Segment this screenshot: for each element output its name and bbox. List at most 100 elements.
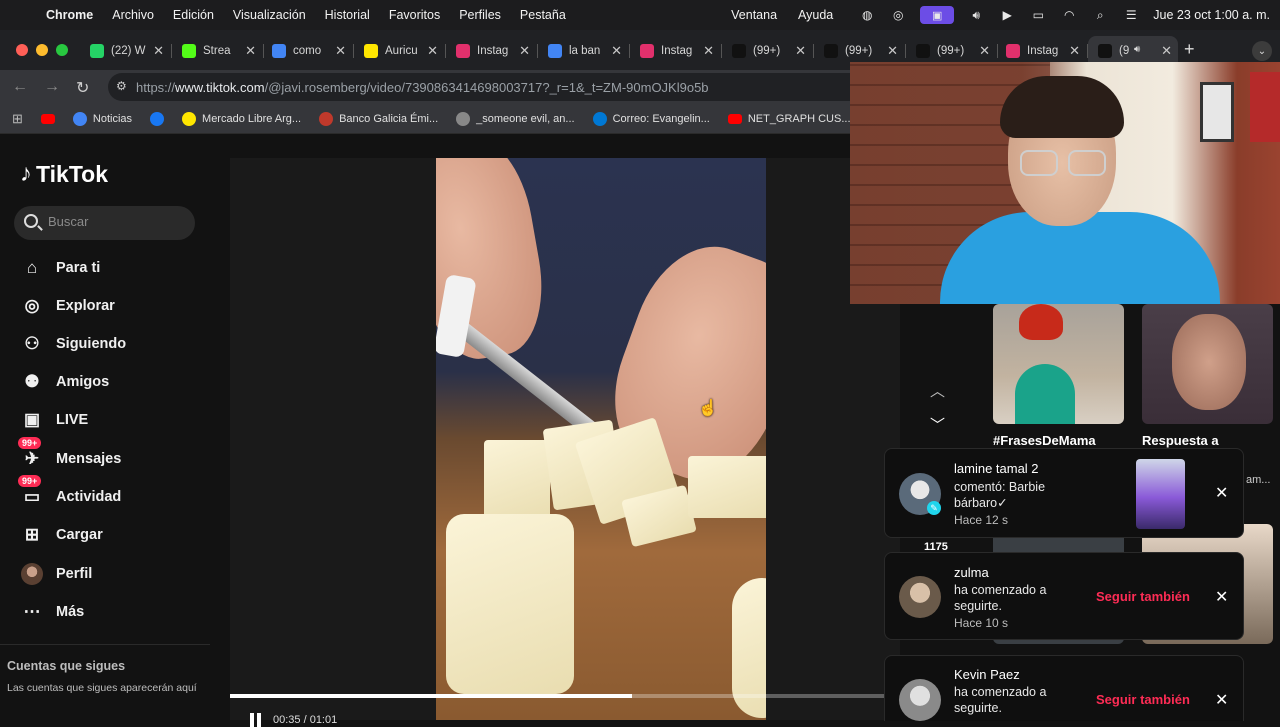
browser-tab[interactable]: la ban ✕ — [538, 36, 628, 66]
browser-tab[interactable]: Strea ✕ — [172, 36, 262, 66]
notification-follow[interactable]: Kevin Paez ha comenzado a seguirte. Segu… — [884, 655, 1244, 721]
previous-video-chevron-up-icon[interactable]: ︿ — [930, 380, 945, 401]
site-info-icon[interactable]: ⚙ — [116, 79, 127, 93]
video-player[interactable]: 00:35 / 01:01 — [230, 158, 900, 727]
close-tab-icon[interactable]: ✕ — [1069, 43, 1080, 59]
tiktok-logo[interactable]: ♪ TikTok — [20, 160, 108, 188]
omnibox[interactable]: ⚙ https://www.tiktok.com/@javi.rosemberg… — [108, 73, 850, 101]
sidebar-item-siguiendo[interactable]: ⚇ Siguiendo — [20, 329, 126, 359]
close-tab-icon[interactable]: ✕ — [703, 43, 714, 59]
bookmark-item[interactable]: Banco Galicia Émi... — [319, 111, 438, 126]
browser-tab[interactable]: Instag ✕ — [630, 36, 720, 66]
wifi-icon[interactable]: ◠ — [1060, 8, 1078, 22]
tab-title: (22) W — [111, 45, 146, 57]
play-status-icon[interactable]: ▶ — [998, 8, 1016, 22]
maximize-window-button[interactable] — [56, 44, 68, 56]
menu-visualizacion[interactable]: Visualización — [233, 8, 306, 22]
next-video-chevron-down-icon[interactable]: ﹀ — [930, 414, 945, 435]
follow-back-button[interactable]: Seguir también — [1096, 589, 1190, 604]
menu-archivo[interactable]: Archivo — [112, 8, 154, 22]
control-center-icon[interactable]: ☰ — [1122, 8, 1140, 22]
siri-icon[interactable]: ◎ — [889, 8, 907, 22]
browser-tab[interactable]: (99+) ✕ — [722, 36, 812, 66]
close-tab-icon[interactable]: ✕ — [1161, 43, 1172, 59]
related-video-thumbnail[interactable] — [1142, 304, 1273, 424]
close-window-button[interactable] — [16, 44, 28, 56]
close-tab-icon[interactable]: ✕ — [245, 43, 256, 59]
volume-icon[interactable]: 🔊︎ — [967, 8, 985, 22]
sidebar-item-actividad[interactable]: ▭ 99+ Actividad — [18, 475, 121, 512]
menu-perfiles[interactable]: Perfiles — [459, 8, 501, 22]
close-tab-icon[interactable]: ✕ — [153, 43, 164, 59]
bookmark-item[interactable]: Correo: Evangelin... — [592, 111, 710, 126]
menu-pestana[interactable]: Pestaña — [520, 8, 566, 22]
bookmark-item[interactable] — [150, 111, 170, 126]
bookmark-item[interactable]: NET_GRAPH CUS... — [727, 113, 851, 125]
video-preview-thumbnail[interactable] — [1136, 459, 1185, 529]
tab-search-button[interactable]: ⌄ — [1252, 41, 1272, 61]
menu-ventana[interactable]: Ventana — [731, 8, 777, 22]
browser-tab[interactable]: Auricu ✕ — [354, 36, 444, 66]
notification-follow[interactable]: zulma ha comenzado a seguirte. Hace 10 s… — [884, 552, 1244, 640]
bookmark-item[interactable]: Noticias — [72, 111, 132, 126]
teal-shirt — [1015, 364, 1075, 424]
screen-mirroring-icon[interactable]: ▣ — [920, 6, 955, 24]
close-notification-icon[interactable]: ✕ — [1215, 587, 1228, 607]
related-video-caption[interactable]: #FrasesDeMama — [993, 433, 1096, 448]
sidebar-item-amigos[interactable]: ⚉ Amigos — [20, 367, 109, 397]
macos-menu-bar: Chrome Archivo Edición Visualización His… — [0, 0, 1280, 30]
menu-app-name[interactable]: Chrome — [46, 8, 93, 22]
menu-clock[interactable]: Jue 23 oct 1:00 a. m. — [1153, 8, 1270, 22]
menu-edicion[interactable]: Edición — [173, 8, 214, 22]
close-notification-icon[interactable]: ✕ — [1215, 690, 1228, 710]
related-video-thumbnail[interactable] — [993, 304, 1124, 424]
close-tab-icon[interactable]: ✕ — [519, 43, 530, 59]
creative-cloud-icon[interactable]: ◍ — [858, 8, 876, 22]
close-tab-icon[interactable]: ✕ — [611, 43, 622, 59]
forward-button[interactable]: → — [44, 78, 60, 96]
person-hair — [1000, 76, 1124, 138]
sidebar-item-live[interactable]: ▣ LIVE — [20, 405, 88, 435]
close-tab-icon[interactable]: ✕ — [427, 43, 438, 59]
browser-tab[interactable]: (22) W ✕ — [80, 36, 170, 66]
battery-icon[interactable]: ▭ — [1029, 8, 1047, 22]
new-tab-button[interactable]: + — [1184, 39, 1195, 60]
apps-grid-icon[interactable]: ⊞ — [12, 111, 23, 127]
sidebar-item-para-ti[interactable]: ⌂ Para ti — [20, 253, 100, 283]
menu-ayuda[interactable]: Ayuda — [798, 8, 833, 22]
bookmark-item[interactable]: Mercado Libre Arg... — [182, 111, 301, 126]
instagram-icon — [640, 44, 654, 58]
sidebar-item-explorar[interactable]: ◎ Explorar — [20, 291, 115, 321]
search-input[interactable] — [48, 214, 188, 229]
minimize-window-button[interactable] — [36, 44, 48, 56]
notification-comment[interactable]: ✎ lamine tamal 2 comentó: Barbie bárbaro… — [884, 448, 1244, 538]
sidebar-item-perfil[interactable]: Perfil — [20, 559, 92, 589]
search-box[interactable] — [14, 206, 195, 240]
close-tab-icon[interactable]: ✕ — [887, 43, 898, 59]
spotlight-search-icon[interactable]: ⌕ — [1091, 8, 1109, 22]
sidebar-item-cargar[interactable]: ⊞ Cargar — [20, 520, 103, 550]
reload-button[interactable]: ↻ — [76, 78, 89, 98]
close-notification-icon[interactable]: ✕ — [1215, 483, 1228, 503]
browser-tab[interactable]: como ✕ — [262, 36, 352, 66]
notification-count-badge: 99+ — [18, 437, 42, 449]
related-video-caption[interactable]: Respuesta a — [1142, 433, 1219, 448]
video-progress-bar[interactable] — [230, 694, 900, 698]
bookmark-item[interactable] — [40, 113, 61, 124]
menu-historial[interactable]: Historial — [325, 8, 370, 22]
close-tab-icon[interactable]: ✕ — [979, 43, 990, 59]
follow-back-button[interactable]: Seguir también — [1096, 692, 1190, 707]
bookmark-item[interactable]: _someone evil, an... — [456, 111, 575, 126]
browser-tab[interactable]: Instag ✕ — [446, 36, 536, 66]
pause-button[interactable] — [250, 713, 261, 727]
back-button[interactable]: ← — [12, 78, 28, 96]
video-frame[interactable] — [436, 158, 766, 720]
tab-audio-icon[interactable]: 🔊︎ — [1134, 44, 1140, 55]
close-tab-icon[interactable]: ✕ — [335, 43, 346, 59]
menu-favoritos[interactable]: Favoritos — [389, 8, 440, 22]
close-tab-icon[interactable]: ✕ — [795, 43, 806, 59]
comment-badge-icon: ✎ — [927, 501, 941, 515]
sidebar-item-ms[interactable]: ⋯ Más — [20, 597, 85, 627]
url-text[interactable]: https://www.tiktok.com/@javi.rosemberg/v… — [136, 80, 709, 95]
sidebar-item-mensajes[interactable]: ✈ 99+ Mensajes — [18, 437, 121, 474]
